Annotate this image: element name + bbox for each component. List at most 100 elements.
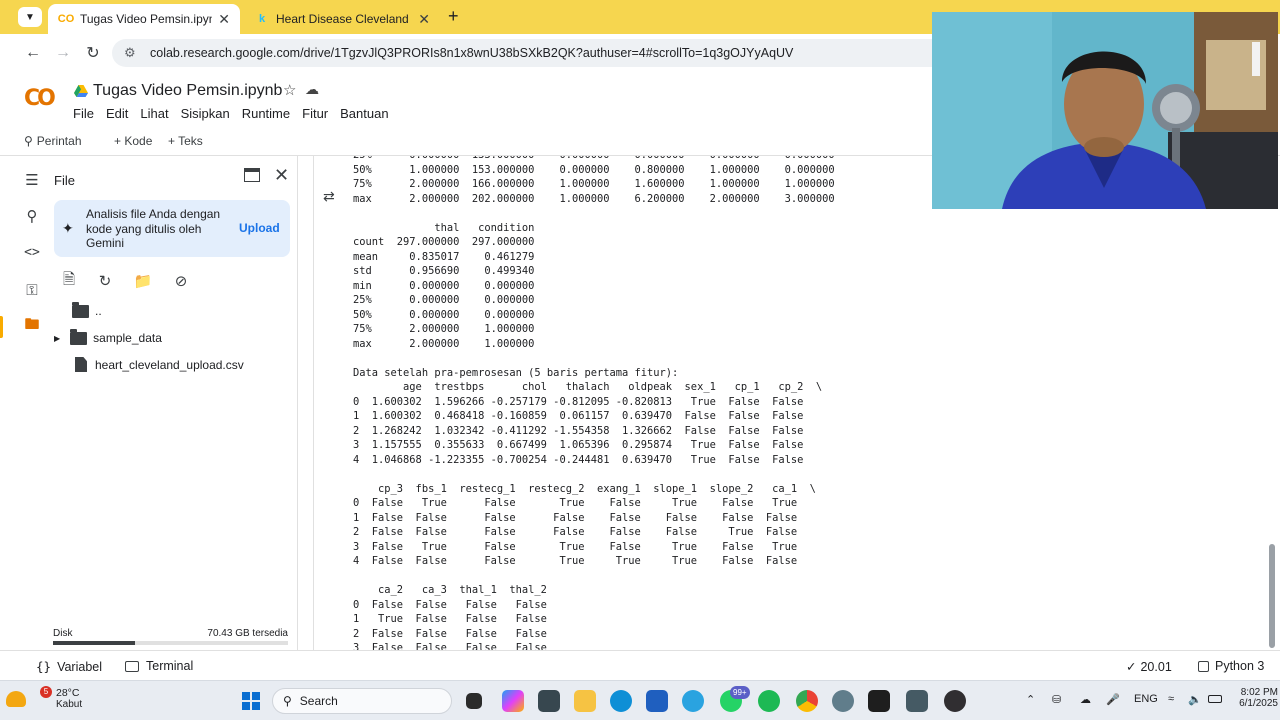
new-tab-button[interactable]: + xyxy=(448,6,459,27)
store-icon[interactable] xyxy=(646,690,668,712)
windows-start-icon[interactable] xyxy=(242,692,260,710)
runtime-indicator[interactable]: Python 3 xyxy=(1198,659,1264,673)
file-explorer-icon[interactable] xyxy=(574,690,596,712)
back-icon[interactable]: ← xyxy=(22,42,44,64)
table-of-contents-icon[interactable]: ☰ xyxy=(20,170,44,190)
menu-file[interactable]: File xyxy=(73,106,94,121)
wifi-icon[interactable]: ≈ xyxy=(1168,693,1174,705)
search-icon: ⚲ xyxy=(283,694,292,708)
cloud-icon[interactable]: ☁ xyxy=(305,81,319,98)
folder-icon xyxy=(72,301,89,318)
menu-edit[interactable]: Edit xyxy=(106,106,128,121)
settings-gear-icon[interactable] xyxy=(832,690,854,712)
code-snippets-icon[interactable]: <> xyxy=(20,242,44,262)
microphone-icon[interactable]: 🎤 xyxy=(1106,693,1120,706)
kaggle-favicon-icon: k xyxy=(258,13,266,25)
presenter-video-image xyxy=(932,12,1278,209)
upload-button[interactable]: Upload xyxy=(239,221,280,235)
forward-icon[interactable]: → xyxy=(52,42,74,64)
obs-icon[interactable] xyxy=(944,690,966,712)
hide-files-icon[interactable]: ⊘ xyxy=(172,272,190,290)
terminal-button[interactable]: Terminal xyxy=(125,659,193,673)
parent-folder-item[interactable]: .. xyxy=(72,301,102,318)
battery-icon[interactable] xyxy=(1208,695,1222,703)
mount-drive-icon[interactable]: 📁 xyxy=(134,272,153,290)
weather-desc: Kabut xyxy=(56,699,83,710)
app-icon[interactable] xyxy=(906,690,928,712)
menu-insert[interactable]: Sisipkan xyxy=(181,106,230,121)
folder-label: sample_data xyxy=(93,331,162,345)
execution-status[interactable]: ✓ 20.01 xyxy=(1126,659,1172,675)
task-view-icon[interactable] xyxy=(466,693,482,709)
close-panel-icon[interactable]: ✕ xyxy=(274,165,289,186)
clock-time: 8:02 PM xyxy=(1240,687,1278,698)
variables-button[interactable]: {} Variabel xyxy=(36,659,102,674)
copilot-icon[interactable] xyxy=(502,690,524,712)
runtime-label: Python 3 xyxy=(1215,659,1265,673)
add-code-label: + Kode xyxy=(114,134,153,148)
disk-label: Disk xyxy=(53,628,73,639)
left-icon-rail: ☰ ⚲ <> ⚿ 🖿 xyxy=(0,156,48,650)
windows-taskbar: 5 28°C Kabut ⚲ Search 99+ ⌃ ⛁ ☁ 🎤 ENG ≈ … xyxy=(0,680,1280,720)
weather-icon[interactable] xyxy=(6,691,26,707)
reload-icon[interactable]: ↻ xyxy=(82,42,104,64)
url-field[interactable]: ⚙ colab.research.google.com/drive/1TgzvJ… xyxy=(112,39,952,67)
add-code-button[interactable]: + Kode xyxy=(114,134,152,148)
menu-help[interactable]: Bantuan xyxy=(340,106,388,121)
terminal-app-icon[interactable] xyxy=(868,690,890,712)
files-folder-icon[interactable]: 🖿 xyxy=(20,316,44,336)
logo-text: CO xyxy=(24,86,56,111)
site-settings-icon[interactable]: ⚙ xyxy=(124,45,140,61)
tab-list-icon[interactable]: ▼ xyxy=(18,7,42,27)
system-clock[interactable]: 8:02 PM 6/1/2025 xyxy=(1232,687,1278,709)
show-hidden-icons[interactable]: ⌃ xyxy=(1026,693,1035,706)
app-cube-icon[interactable] xyxy=(538,690,560,712)
star-icon[interactable]: ☆ xyxy=(283,81,296,99)
folder-icon xyxy=(70,328,88,345)
spotify-icon[interactable] xyxy=(758,690,780,712)
open-in-tab-icon[interactable] xyxy=(244,168,260,182)
commands-label: Perintah xyxy=(36,134,82,148)
cell-output-area: ⇄ 25% 0.000000 133.000000 0.000000 0.000… xyxy=(299,156,1280,650)
colab-logo[interactable]: CO xyxy=(24,86,56,111)
scrollbar[interactable] xyxy=(1266,156,1278,650)
telegram-icon[interactable] xyxy=(682,690,704,712)
expand-arrow-icon[interactable]: ▶ xyxy=(54,334,60,343)
menu-view[interactable]: Lihat xyxy=(140,106,168,121)
browser-tab-kaggle[interactable]: k Heart Disease Cleveland UCI ✕ xyxy=(244,4,440,34)
chrome-icon[interactable] xyxy=(796,690,818,712)
search-label: Search xyxy=(299,694,338,708)
file-item-csv[interactable]: heart_cleveland_upload.csv xyxy=(75,357,244,372)
parent-label: .. xyxy=(95,304,102,318)
browser-tab-colab[interactable]: CO Tugas Video Pemsin.ipynb - Co ✕ xyxy=(48,4,240,34)
commands-button[interactable]: ⚲ Perintah xyxy=(24,134,82,148)
cell-output-text: 25% 0.000000 133.000000 0.000000 0.00000… xyxy=(353,156,835,650)
tab-title: Heart Disease Cleveland UCI xyxy=(276,12,412,26)
volume-icon[interactable]: 🔈 xyxy=(1188,693,1202,706)
output-toggle-icon[interactable]: ⇄ xyxy=(323,188,335,205)
close-icon[interactable]: ✕ xyxy=(418,11,430,28)
weather-temp: 28°C xyxy=(56,687,80,699)
add-text-button[interactable]: + Teks xyxy=(168,134,203,148)
scrollbar-thumb[interactable] xyxy=(1269,544,1275,648)
find-icon[interactable]: ⚲ xyxy=(20,206,44,226)
close-icon[interactable]: ✕ xyxy=(218,11,230,28)
clock-date: 6/1/2025 xyxy=(1239,698,1278,709)
edge-icon[interactable] xyxy=(610,690,632,712)
file-icon xyxy=(75,357,87,372)
language-indicator[interactable]: ENG xyxy=(1134,693,1158,705)
menu-tools[interactable]: Fitur xyxy=(302,106,328,121)
upload-file-icon[interactable]: 🗎 xyxy=(60,271,78,290)
refresh-icon[interactable]: ↻ xyxy=(96,272,114,290)
weather-widget[interactable]: 28°C Kabut xyxy=(56,687,82,710)
onedrive-icon[interactable]: ☁ xyxy=(1080,693,1091,706)
status-bar: {} Variabel Terminal ✓ 20.01 Python 3 xyxy=(0,650,1280,680)
menu-runtime[interactable]: Runtime xyxy=(242,106,290,121)
secrets-key-icon[interactable]: ⚿ xyxy=(20,280,44,300)
terminal-icon xyxy=(125,660,139,672)
taskbar-search[interactable]: ⚲ Search xyxy=(272,688,452,714)
notebook-title[interactable]: Tugas Video Pemsin.ipynb xyxy=(93,82,282,100)
network-status-icon[interactable]: ⛁ xyxy=(1052,693,1061,706)
gemini-spark-icon: ✦ xyxy=(62,220,74,236)
folder-item-sample-data[interactable]: ▶ sample_data xyxy=(54,328,162,345)
